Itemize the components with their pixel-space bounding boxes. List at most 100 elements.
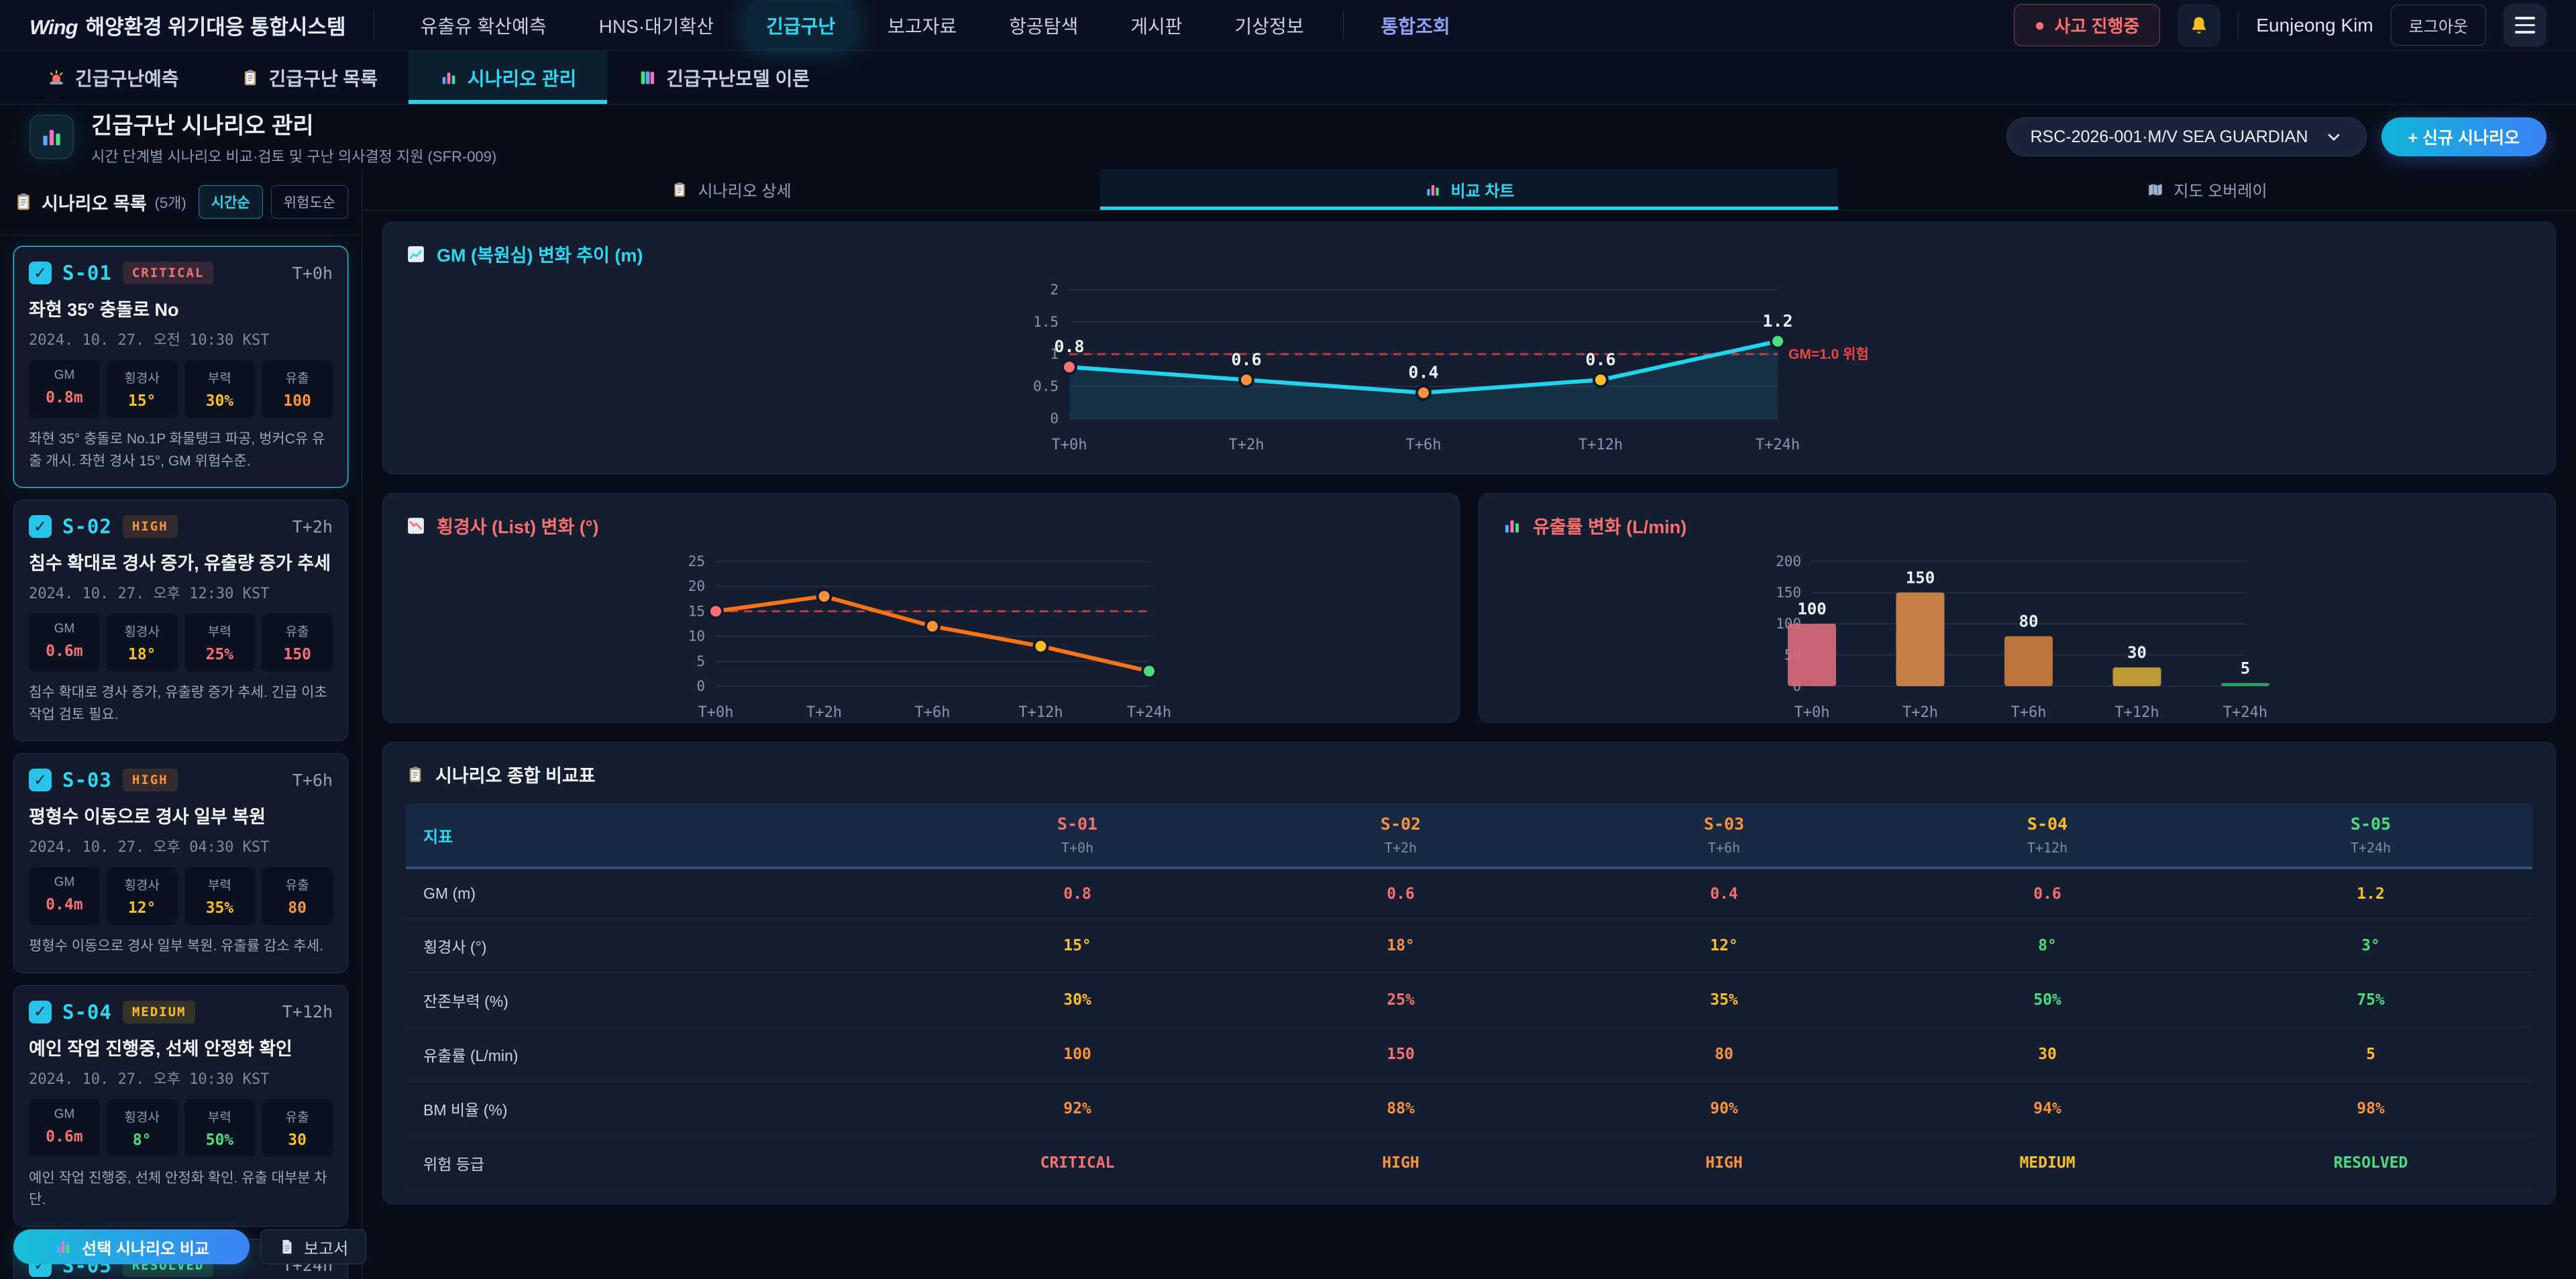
bar-chart-icon <box>1502 516 1522 536</box>
page-subtitle: 시간 단계별 시나리오 비교·검토 및 구난 의사결정 지원 (SFR-009) <box>91 145 496 166</box>
menu-button[interactable] <box>2504 4 2546 47</box>
stat-유출: 유출100 <box>262 360 333 418</box>
svg-text:T+12h: T+12h <box>2114 704 2159 721</box>
svg-text:T+6h: T+6h <box>2011 704 2047 721</box>
scenario-column-id: S-03 <box>1562 814 1886 834</box>
metric-value: 12° <box>1562 922 1886 970</box>
report-button[interactable]: 보고서 <box>260 1229 366 1264</box>
notifications-button[interactable] <box>2178 4 2220 47</box>
stat-label: 부력 <box>184 1107 256 1125</box>
content-tab-bar: 시나리오 상세 비교 차트 지도 오버레이 <box>362 169 2576 211</box>
scenario-card-S-04[interactable]: ✓S-04MEDIUMT+12h예인 작업 진행중, 선체 안정화 확인2024… <box>13 985 348 1227</box>
checkbox-checked[interactable]: ✓ <box>29 769 52 791</box>
stat-value: 80 <box>262 899 333 917</box>
tab-긴급구난목록[interactable]: 긴급구난 목록 <box>210 51 409 104</box>
svg-text:0.6: 0.6 <box>1231 349 1261 369</box>
chevron-down-icon <box>2324 127 2343 146</box>
scenario-sidebar: 시나리오 목록 (5개) 시간순 위험도순 ✓S-01CRITICALT+0h좌… <box>0 169 362 1279</box>
new-scenario-button[interactable]: + 신규 시나리오 <box>2381 117 2547 156</box>
metric-label: BM 비율 (%) <box>406 1082 916 1135</box>
compare-scenarios-button[interactable]: 선택 시나리오 비교 <box>13 1229 250 1264</box>
metric-value: HIGH <box>1562 1139 1886 1187</box>
svg-text:0.6: 0.6 <box>1585 349 1615 369</box>
clipboard-icon <box>406 765 425 784</box>
bell-icon <box>2188 14 2210 37</box>
nav-item-긴급구난[interactable]: 긴급구난 <box>749 3 853 48</box>
tab-긴급구난예측[interactable]: 긴급구난예측 <box>16 51 210 104</box>
table-row: 횡경사 (°)15°18°12°8°3° <box>406 919 2532 973</box>
clipboard-icon <box>13 192 34 212</box>
svg-text:GM=1.0 위험: GM=1.0 위험 <box>1788 347 1869 362</box>
charts-area: GM (복원심) 변화 추이 (m) 00.511.52T+0hT+2hT+6h… <box>362 211 2576 1279</box>
user-name: Eunjeong Kim <box>2256 15 2373 36</box>
nav-item-HNS·대기확산[interactable]: HNS·대기확산 <box>582 3 731 48</box>
content-tab-label: 시나리오 상세 <box>698 178 791 201</box>
nav-item-항공탐색[interactable]: 항공탐색 <box>991 3 1095 48</box>
table-title-label: 시나리오 종합 비교표 <box>435 761 596 787</box>
tab-시나리오관리[interactable]: 시나리오 관리 <box>409 51 607 104</box>
content-tab-비교차트[interactable]: 비교 차트 <box>1100 169 1838 210</box>
stat-부력: 부력30% <box>184 360 256 418</box>
sort-by-risk-button[interactable]: 위험도순 <box>271 185 348 219</box>
logout-button[interactable]: 로그아웃 <box>2391 5 2486 46</box>
svg-text:1.2: 1.2 <box>1762 311 1792 331</box>
stat-label: 유출 <box>262 875 333 893</box>
stat-유출: 유출30 <box>262 1099 333 1157</box>
metric-value: 0.4 <box>1562 870 1886 918</box>
table-header-S-04: S-04T+12h <box>1886 803 2209 867</box>
page-title: 긴급구난 시나리오 관리 <box>91 107 496 140</box>
svg-text:T+0h: T+0h <box>698 704 734 721</box>
nav-item-보고자료[interactable]: 보고자료 <box>870 3 974 48</box>
metric-value: HIGH <box>1239 1139 1562 1187</box>
gm-chart-title: GM (복원심) 변화 추이 (m) <box>406 241 2532 267</box>
content-tab-label: 비교 차트 <box>1451 178 1515 201</box>
app-title: 해양환경 위기대응 통합시스템 <box>85 10 345 40</box>
comparison-table-title: 시나리오 종합 비교표 <box>406 761 2532 787</box>
content-tab-지도오버레이[interactable]: 지도 오버레이 <box>1838 169 2576 210</box>
table-header-S-03: S-03T+6h <box>1562 803 1886 867</box>
nav-item-통합조회[interactable]: 통합조회 <box>1364 3 1468 48</box>
scenario-card-S-03[interactable]: ✓S-03HIGHT+6h평형수 이동으로 경사 일부 복원2024. 10. … <box>13 753 348 973</box>
sort-by-time-button[interactable]: 시간순 <box>199 185 263 219</box>
svg-text:T+6h: T+6h <box>1406 437 1442 453</box>
sort-buttons: 시간순 위험도순 <box>199 185 348 219</box>
tab-label: 시나리오 관리 <box>468 64 576 91</box>
scenario-datetime: 2024. 10. 27. 오후 04:30 KST <box>29 835 333 856</box>
divider <box>1343 11 1344 40</box>
scenario-card-S-01[interactable]: ✓S-01CRITICALT+0h좌현 35° 충돌로 No2024. 10. … <box>13 246 348 488</box>
top-nav: Wing 해양환경 위기대응 통합시스템 유출유 확산예측HNS·대기확산긴급구… <box>0 0 2576 51</box>
module-tab-bar: 긴급구난예측긴급구난 목록 시나리오 관리 긴급구난모델 이론 <box>0 51 2576 105</box>
svg-text:5: 5 <box>696 653 705 669</box>
scenario-datetime: 2024. 10. 27. 오전 10:30 KST <box>29 328 333 349</box>
checkbox-checked[interactable]: ✓ <box>29 262 52 284</box>
stat-value: 25% <box>184 646 256 663</box>
nav-item-기상정보[interactable]: 기상정보 <box>1218 3 1322 48</box>
nav-item-유출유확산예측[interactable]: 유출유 확산예측 <box>402 3 564 48</box>
svg-text:0: 0 <box>696 678 705 694</box>
metric-value: 30% <box>916 976 1239 1024</box>
stat-label: GM <box>29 1107 100 1122</box>
svg-text:200: 200 <box>1776 553 1801 569</box>
checkbox-checked[interactable]: ✓ <box>29 1001 52 1023</box>
stat-부력: 부력 50% <box>184 1099 256 1157</box>
scenario-card-S-02[interactable]: ✓S-02HIGHT+2h침수 확대로 경사 증가, 유출량 증가 추세2024… <box>13 500 348 741</box>
risk-level-badge: HIGH <box>123 769 178 791</box>
gm-trend-chart: 00.511.52T+0hT+2hT+6hT+12hT+24hGM=1.0 위험… <box>406 267 2532 463</box>
metric-value: RESOLVED <box>2209 1139 2532 1187</box>
scenario-column-time: T+24h <box>2209 840 2532 856</box>
svg-text:2: 2 <box>1050 282 1059 298</box>
nav-item-게시판[interactable]: 게시판 <box>1113 3 1199 48</box>
scenario-id: S-04 <box>62 1001 112 1023</box>
stat-value: 50% <box>184 1131 256 1149</box>
chart-title-label: 횡경사 (List) 변화 (°) <box>437 512 598 539</box>
checkbox-checked[interactable]: ✓ <box>29 515 52 538</box>
svg-text:1.5: 1.5 <box>1033 314 1059 330</box>
content-tab-label: 지도 오버레이 <box>2174 178 2267 201</box>
incident-select[interactable]: RSC-2026-001·M/V SEA GUARDIAN <box>2006 117 2366 156</box>
scenario-id: S-03 <box>62 769 112 791</box>
content-tab-시나리오상세[interactable]: 시나리오 상세 <box>362 169 1100 210</box>
metric-value: 100 <box>916 1030 1239 1078</box>
metric-value: 80 <box>1562 1030 1886 1078</box>
risk-level-badge: HIGH <box>123 515 178 538</box>
tab-긴급구난모델이론[interactable]: 긴급구난모델 이론 <box>607 51 841 104</box>
